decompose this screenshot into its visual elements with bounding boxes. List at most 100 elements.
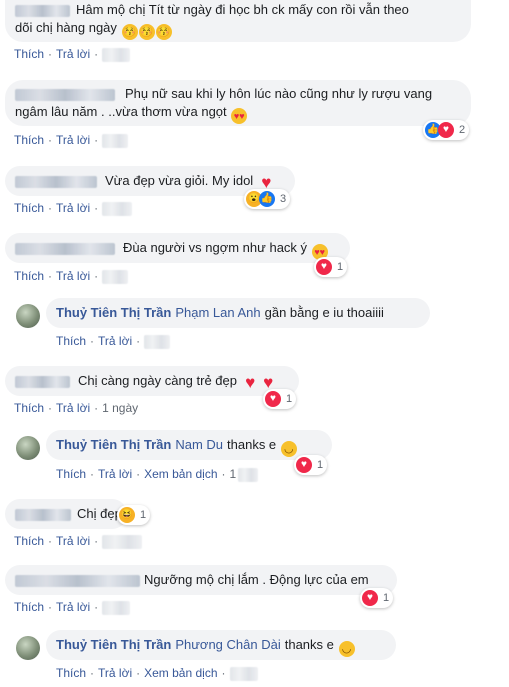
like-link[interactable]: Thích — [56, 467, 86, 481]
like-link[interactable]: Thích — [56, 666, 86, 680]
like-link[interactable]: Thích — [14, 600, 44, 614]
comment-actions: Thích · Trả lời · — [14, 133, 129, 148]
blurred-author-name — [15, 375, 70, 388]
blurred-timestamp — [229, 666, 258, 681]
comment-actions: Thích · Trả lời · — [14, 201, 133, 216]
grinning-face-icon: ◡ — [280, 441, 297, 457]
like-reaction-icon: 👍 — [259, 191, 275, 207]
like-link[interactable]: Thích — [56, 334, 86, 348]
comment-text: Đùa người vs ngợm như hack ý — [123, 240, 308, 255]
love-reaction-icon: ♥ — [265, 391, 281, 407]
comment-actions: Thích · Trả lời · — [56, 334, 171, 349]
reaction-count: 1 — [383, 592, 390, 604]
reaction-count: 1 — [140, 509, 147, 521]
like-link[interactable]: Thích — [14, 47, 44, 61]
comment-actions: Thích · Trả lời · — [14, 600, 131, 615]
reaction-count: 3 — [280, 193, 287, 205]
reply-link[interactable]: Trả lời — [56, 534, 90, 548]
avatar[interactable] — [16, 636, 40, 660]
comment-text: thanks e — [227, 437, 277, 452]
reaction-summary[interactable]: 😆 1 — [117, 505, 151, 525]
blurred-timestamp — [102, 534, 143, 549]
reply-link[interactable]: Trả lời — [56, 600, 90, 614]
red-heart-icon: ♥ — [245, 373, 256, 392]
comment-actions: Thích · Trả lời · — [14, 534, 143, 549]
love-reaction-icon: ♥ — [296, 457, 312, 473]
comment-author[interactable]: Thuỷ Tiên Thị Trần — [56, 437, 171, 452]
reaction-summary[interactable]: ♥ 1 — [360, 588, 394, 608]
comment-text-line2: ngâm lâu năm . ..vừa thơm vừa ngọt — [15, 104, 227, 119]
love-reaction-icon: ♥ — [362, 590, 378, 606]
blurred-timestamp — [102, 47, 131, 62]
comment-text: Chị càng ngày càng trẻ đẹp — [78, 373, 237, 388]
reply-link[interactable]: Trả lời — [56, 201, 90, 215]
comment-text: Hâm mộ chị Tít từ ngày đi học bh ck mấy … — [76, 2, 409, 17]
laughing-face-icon: 😆 — [119, 507, 135, 523]
reaction-count: 1 — [286, 393, 293, 405]
blurred-timestamp — [102, 133, 129, 148]
blurred-author-name — [15, 175, 97, 188]
see-translation-link[interactable]: Xem bản dịch — [144, 666, 217, 680]
reaction-summary[interactable]: 👍 ♥ 2 — [423, 120, 470, 140]
comment-bubble: Ngưỡng mộ chị lắm . Động lực của em — [5, 565, 397, 595]
comment-text: Ngưỡng mộ chị lắm . Động lực của em — [144, 572, 369, 587]
reply-link[interactable]: Trả lời — [98, 666, 132, 680]
avatar[interactable] — [16, 436, 40, 460]
blurred-author-name — [15, 508, 71, 521]
comment-text: gần bằng e iu thoaiiii — [264, 305, 384, 320]
comment-bubble: Hâm mộ chị Tít từ ngày đi học bh ck mấy … — [5, 0, 471, 42]
blurred-author-name — [15, 4, 70, 17]
reaction-summary[interactable]: ♥ 1 — [294, 455, 328, 475]
reaction-count: 2 — [459, 124, 466, 136]
kissing-face-icon: 😚 — [155, 24, 172, 40]
kissing-face-icon: 😚 — [138, 24, 155, 40]
timestamp[interactable]: 1 — [230, 467, 237, 481]
reaction-count: 1 — [317, 459, 324, 471]
like-link[interactable]: Thích — [14, 201, 44, 215]
reply-link[interactable]: Trả lời — [56, 401, 90, 415]
blurred-author-name — [15, 242, 115, 255]
reaction-summary[interactable]: 😮 👍 3 — [244, 189, 291, 209]
comment-bubble: Thuỷ Tiên Thị Trần Nam Du thanks e ◡ — [46, 430, 332, 460]
comment-actions: Thích · Trả lời · Xem bản dịch · — [56, 666, 258, 681]
tagged-user[interactable]: Phương Chân Dài — [175, 637, 280, 652]
smiling-face-icon: ◡ — [338, 641, 355, 657]
avatar[interactable] — [16, 304, 40, 328]
tagged-user[interactable]: Phạm Lan Anh — [175, 305, 260, 320]
reply-link[interactable]: Trả lời — [56, 269, 90, 283]
comment-actions: Thích · Trả lời · 1 ngày — [14, 401, 139, 415]
tagged-user[interactable]: Nam Du — [175, 437, 223, 452]
reply-link[interactable]: Trả lời — [56, 133, 90, 147]
timestamp[interactable]: 1 ngày — [102, 401, 138, 415]
reply-link[interactable]: Trả lời — [98, 467, 132, 481]
reply-link[interactable]: Trả lời — [98, 334, 132, 348]
comment-text: Vừa đẹp vừa giỏi. My idol — [105, 173, 254, 188]
like-link[interactable]: Thích — [14, 534, 44, 548]
like-link[interactable]: Thích — [14, 133, 44, 147]
see-translation-link[interactable]: Xem bản dịch — [144, 467, 217, 481]
blurred-author-name — [15, 88, 115, 101]
comment-bubble: Thuỷ Tiên Thị Trần Phạm Lan Anh gần bằng e… — [46, 298, 430, 328]
blurred-timestamp — [102, 600, 131, 615]
comment-text: Phụ nữ sau khi ly hôn lúc nào cũng như l… — [125, 86, 433, 101]
comment-actions: Thích · Trả lời · Xem bản dịch · 1 — [56, 467, 259, 482]
reaction-summary[interactable]: ♥ 1 — [263, 389, 297, 409]
like-link[interactable]: Thích — [14, 269, 44, 283]
comment-author[interactable]: Thuỷ Tiên Thị Trần — [56, 637, 171, 652]
comment-bubble: Chị đẹp — [5, 499, 127, 529]
comment-actions: Thích · Trả lời · — [14, 47, 131, 62]
comment-bubble: Thuỷ Tiên Thị Trần Phương Chân Dài thanks … — [46, 630, 396, 660]
love-reaction-icon: ♥ — [438, 122, 454, 138]
reply-link[interactable]: Trả lời — [56, 47, 90, 61]
blurred-timestamp — [238, 467, 259, 482]
comment-bubble: Đùa người vs ngợm như hack ý ♥♥ — [5, 233, 350, 263]
comment-text: thanks e — [284, 637, 334, 652]
comment-author[interactable]: Thuỷ Tiên Thị Trần — [56, 305, 171, 320]
blurred-author-name — [15, 574, 140, 587]
blurred-timestamp — [102, 201, 133, 216]
like-link[interactable]: Thích — [14, 401, 44, 415]
comment-text: Chị đẹp — [77, 506, 122, 521]
comment-bubble: Phụ nữ sau khi ly hôn lúc nào cũng như l… — [5, 80, 471, 126]
reaction-summary[interactable]: ♥ 1 — [314, 257, 348, 277]
reaction-count: 1 — [337, 261, 344, 273]
